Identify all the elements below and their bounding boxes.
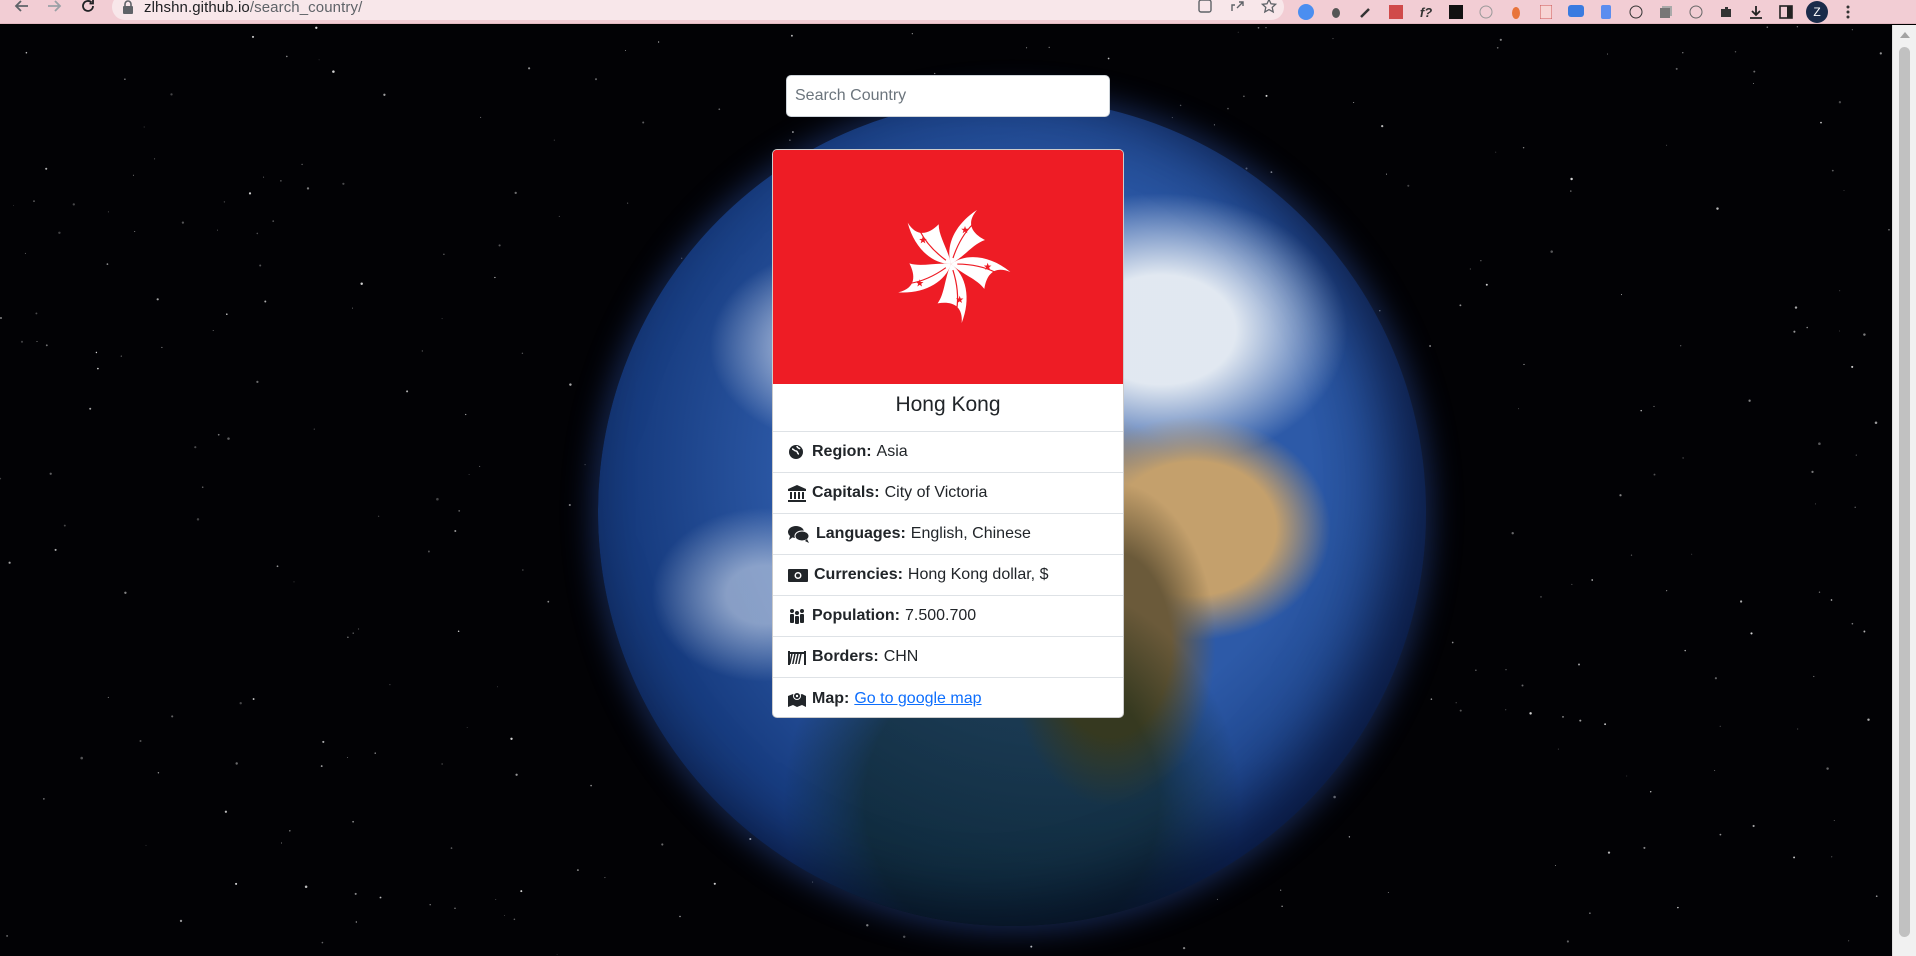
bookmark-star-icon[interactable] bbox=[1260, 0, 1278, 15]
scroll-up-arrow[interactable] bbox=[1900, 32, 1910, 38]
phone-icon[interactable] bbox=[1596, 2, 1616, 22]
borders-label: Borders: bbox=[812, 648, 879, 665]
reload-icon[interactable] bbox=[74, 0, 102, 18]
forward-icon[interactable] bbox=[40, 0, 68, 18]
scrollbar-thumb[interactable] bbox=[1899, 47, 1910, 937]
money-icon bbox=[788, 566, 810, 584]
population-value: 7.500.700 bbox=[904, 607, 977, 624]
currencies-label: Currencies: bbox=[814, 566, 903, 583]
borders-value: CHN bbox=[883, 648, 919, 665]
capitals-value: City of Victoria bbox=[884, 484, 988, 501]
color-extension-icon[interactable] bbox=[1386, 2, 1406, 22]
function-icon[interactable]: f? bbox=[1416, 2, 1436, 22]
currencies-row: Currencies: Hong Kong dollar, $ bbox=[773, 555, 1123, 596]
currencies-value: Hong Kong dollar, $ bbox=[907, 566, 1049, 583]
kebab-menu-icon[interactable] bbox=[1838, 2, 1858, 22]
borders-row: Borders: CHN bbox=[773, 637, 1123, 678]
address-bar[interactable]: zlhshn.github.io/search_country/ bbox=[112, 0, 1284, 20]
url-text: zlhshn.github.io/search_country/ bbox=[144, 0, 363, 16]
translate-icon[interactable] bbox=[1196, 0, 1214, 15]
face-icon[interactable] bbox=[1626, 2, 1646, 22]
side-panel-icon[interactable] bbox=[1776, 2, 1796, 22]
languages-value: English, Chinese bbox=[910, 525, 1031, 542]
languages-row: Languages: English, Chinese bbox=[773, 514, 1123, 555]
capitals-row: Capitals: City of Victoria bbox=[773, 473, 1123, 514]
population-row: Population: 7.500.700 bbox=[773, 596, 1123, 637]
browser-toolbar: zlhshn.github.io/search_country/ f? Z bbox=[0, 0, 1916, 24]
back-icon[interactable] bbox=[8, 0, 36, 18]
google-map-link[interactable]: Go to google map bbox=[854, 690, 981, 708]
map-icon bbox=[788, 690, 808, 708]
population-label: Population: bbox=[812, 607, 900, 624]
capitals-label: Capitals: bbox=[812, 484, 880, 501]
bug-icon[interactable] bbox=[1326, 2, 1346, 22]
cloud-icon[interactable] bbox=[1566, 2, 1586, 22]
search-country-input[interactable] bbox=[786, 75, 1110, 117]
compass-icon[interactable] bbox=[1476, 2, 1496, 22]
map-row: Map: Go to google map bbox=[773, 678, 1123, 717]
web-icon[interactable] bbox=[1686, 2, 1706, 22]
download-icon[interactable] bbox=[1746, 2, 1766, 22]
country-card: Hong Kong Region: Asia Capitals: City of… bbox=[772, 149, 1124, 718]
region-label: Region: bbox=[812, 443, 872, 460]
lock-icon bbox=[123, 0, 133, 14]
s-extension-icon[interactable] bbox=[1446, 2, 1466, 22]
landmark-icon bbox=[788, 484, 808, 502]
people-icon bbox=[788, 607, 808, 625]
profile-avatar[interactable]: Z bbox=[1806, 1, 1828, 23]
comments-icon bbox=[788, 525, 812, 543]
flag-image bbox=[773, 150, 1123, 384]
border-icon bbox=[788, 648, 808, 666]
globe-icon bbox=[788, 443, 808, 461]
fire-icon[interactable] bbox=[1506, 2, 1526, 22]
languages-label: Languages: bbox=[816, 525, 906, 542]
extension-icon[interactable] bbox=[1296, 2, 1316, 22]
share-icon[interactable] bbox=[1228, 0, 1246, 15]
puzzle-icon[interactable] bbox=[1716, 2, 1736, 22]
eyedropper-icon[interactable] bbox=[1356, 2, 1376, 22]
region-value: Asia bbox=[876, 443, 908, 460]
region-row: Region: Asia bbox=[773, 432, 1123, 473]
country-name: Hong Kong bbox=[773, 384, 1123, 432]
vertical-scrollbar[interactable] bbox=[1892, 25, 1916, 956]
document-icon[interactable] bbox=[1536, 2, 1556, 22]
layers-icon[interactable] bbox=[1656, 2, 1676, 22]
map-label: Map: bbox=[812, 689, 850, 707]
